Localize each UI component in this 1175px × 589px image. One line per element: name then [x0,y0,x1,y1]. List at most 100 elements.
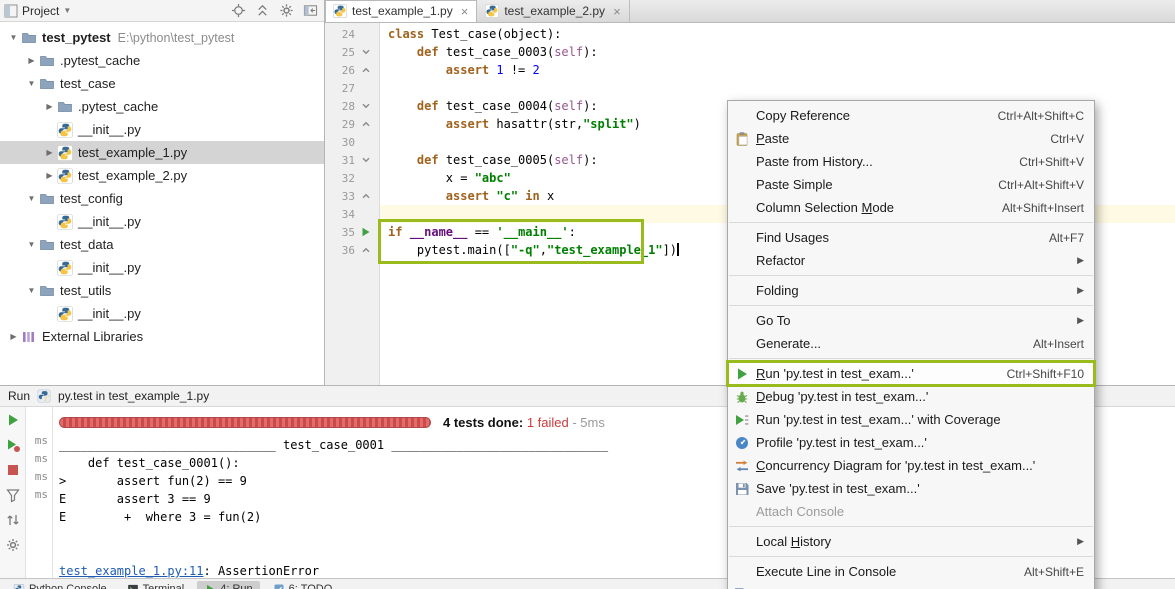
filter-passed-icon[interactable] [5,487,21,503]
menu-item-profile-py-test-in-test-exam[interactable]: Profile 'py.test in test_exam...' [728,431,1094,454]
test-progress-bar [59,416,431,428]
menu-item-column-selection-mode[interactable]: Column Selection Mode Alt+Shift+Insert [728,196,1094,219]
chevron-collapsed-icon[interactable]: ▶ [42,171,57,180]
tree-item-label: .pytest_cache [78,99,159,114]
chevron-collapsed-icon[interactable]: ▶ [6,332,21,341]
menu-item-label: Find Usages [756,230,829,245]
editor-tab-test-example-1-py[interactable]: test_example_1.py × [325,0,478,22]
tree-item-test-pytest[interactable]: ▼ test_pytest E:\python\test_pytest [0,26,324,49]
statusbar-tab-6-todo[interactable]: 6: TODO [266,581,340,589]
line-number: 31 [341,153,355,167]
tree-item-test-example-1-py[interactable]: ▶ test_example_1.py [0,141,324,164]
settings-small-icon[interactable] [5,537,21,553]
tree-item-test-example-2-py[interactable]: ▶ test_example_2.py [0,164,324,187]
menu-item-folding[interactable]: Folding ▶ [728,279,1094,302]
fold-start-icon[interactable] [358,153,374,167]
menu-icon-spacer [734,283,750,299]
menu-item-generate[interactable]: Generate... Alt+Insert [728,332,1094,355]
menu-item-paste-from-history[interactable]: Paste from History... Ctrl+Shift+V [728,150,1094,173]
menu-item-copy-reference[interactable]: Copy Reference Ctrl+Alt+Shift+C [728,104,1094,127]
folder-icon [39,53,55,69]
tree-item-init-py[interactable]: __init__.py [0,118,324,141]
tree-item-label: test_example_1.py [78,145,188,160]
statusbar-tab-terminal[interactable]: Terminal [120,581,192,589]
code-token: ): [583,45,598,59]
chevron-expanded-icon[interactable]: ▼ [24,286,39,295]
menu-item-refactor[interactable]: Refactor ▶ [728,249,1094,272]
menu-item-paste[interactable]: Paste Ctrl+V [728,127,1094,150]
menu-item-debug-py-test-in-test-exam[interactable]: Debug 'py.test in test_exam...' [728,385,1094,408]
chevron-collapsed-icon[interactable]: ▶ [42,148,57,157]
tree-item-init-py[interactable]: __init__.py [0,256,324,279]
tab-close-icon[interactable]: × [461,5,469,18]
tree-item-pytest-cache[interactable]: ▶ .pytest_cache [0,49,324,72]
fold-end-icon[interactable] [358,63,374,77]
menu-item-run-py-test-in-test-exam[interactable]: Run 'py.test in test_exam...' Ctrl+Shift+… [726,360,1096,387]
gutter-line: 28 [325,97,379,115]
menu-item-paste-simple[interactable]: Paste Simple Ctrl+Alt+Shift+V [728,173,1094,196]
code-line-25[interactable]: def test_case_0003(self): [380,43,1175,61]
chevron-collapsed-icon[interactable]: ▶ [24,56,39,65]
tree-item-external-libraries[interactable]: ▶ External Libraries [0,325,324,348]
hide-panel-icon[interactable] [303,3,318,18]
chevron-expanded-icon[interactable]: ▼ [24,79,39,88]
menu-item-shortcut: Ctrl+Alt+Shift+V [998,177,1084,192]
project-panel-title[interactable]: Project [22,4,59,18]
menu-item-run-py-test-in-test-exam-with-coverage[interactable]: Run 'py.test in test_exam...' with Cover… [728,408,1094,431]
scroll-from-source-icon[interactable] [231,3,246,18]
menu-item-find-usages[interactable]: Find Usages Alt+F7 [728,226,1094,249]
menu-item-save-py-test-in-test-exam[interactable]: Save 'py.test in test_exam...' [728,477,1094,500]
chevron-expanded-icon[interactable]: ▼ [24,194,39,203]
chevron-expanded-icon[interactable]: ▼ [24,240,39,249]
tab-close-icon[interactable]: × [613,5,621,18]
menu-item-label: Go To [756,313,791,328]
line-number: 30 [341,135,355,149]
rerun-failed-icon[interactable] [5,437,21,453]
menu-item-execute-line-in-console[interactable]: Execute Line in Console Alt+Shift+E [728,560,1094,583]
python-file-icon [333,4,347,18]
code-token: 2 [532,63,540,77]
menu-item-shortcut: Alt+Insert [1032,336,1084,351]
menu-item-local-history[interactable]: Local History ▶ [728,530,1094,553]
chevron-collapsed-icon[interactable]: ▶ [42,102,57,111]
gutter-line: 35 [325,223,379,241]
tree-item-test-utils[interactable]: ▼ test_utils [0,279,324,302]
menu-separator [729,275,1093,276]
chevron-expanded-icon[interactable]: ▼ [6,33,21,42]
statusbar-tab-python-console[interactable]: Python Console [6,581,114,589]
test-duration: ms [34,470,48,483]
gutter-line: 36 [325,241,379,259]
stop-icon[interactable] [5,462,21,478]
console-file-link[interactable]: test_example_1.py:11 [59,564,204,578]
tree-item-init-py[interactable]: __init__.py [0,302,324,325]
statusbar-tab-4-run[interactable]: 4: Run [197,581,260,589]
sort-icon[interactable] [5,512,21,528]
rerun-icon[interactable] [5,412,21,428]
code-token: self [554,99,584,113]
tree-item-test-data[interactable]: ▼ test_data [0,233,324,256]
editor-tab-test-example-2-py[interactable]: test_example_2.py × [477,0,630,22]
run-line-icon[interactable] [358,225,374,239]
tree-item-pytest-cache[interactable]: ▶ .pytest_cache [0,95,324,118]
code-line-27[interactable] [380,79,1175,97]
menu-item-go-to[interactable]: Go To ▶ [728,309,1094,332]
fold-end-icon[interactable] [358,243,374,257]
code-token: , [539,243,547,257]
save-icon [734,481,750,497]
tree-item-test-case[interactable]: ▼ test_case [0,72,324,95]
code-line-24[interactable]: class Test_case(object): [380,25,1175,43]
menu-item-concurrency-diagram-for-py-test-in-test-exam[interactable]: Concurrency Diagram for 'py.test in test… [728,454,1094,477]
fold-end-icon[interactable] [358,117,374,131]
fold-end-icon[interactable] [358,189,374,203]
code-line-26[interactable]: assert 1 != 2 [380,61,1175,79]
fold-start-icon[interactable] [358,45,374,59]
run-session-title[interactable]: py.test in test_example_1.py [58,389,209,403]
run-toolbar [0,407,26,578]
menu-item-compare-with-clipboard[interactable]: Compare with Clipboard [728,583,1094,589]
tree-item-init-py[interactable]: __init__.py [0,210,324,233]
chevron-down-icon[interactable]: ▼ [63,6,71,15]
settings-icon[interactable] [279,3,294,18]
collapse-all-icon[interactable] [255,3,270,18]
fold-start-icon[interactable] [358,99,374,113]
tree-item-test-config[interactable]: ▼ test_config [0,187,324,210]
